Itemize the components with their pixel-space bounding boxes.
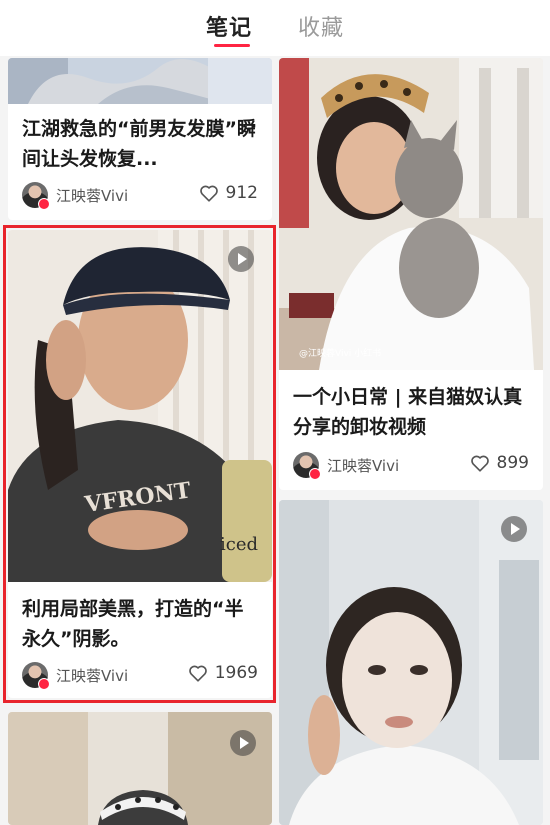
cover-photo-hair	[8, 58, 272, 104]
heart-icon	[470, 455, 489, 472]
like-button[interactable]: 1969	[187, 662, 258, 684]
play-icon	[230, 730, 256, 756]
watermark: @江映蓉Vivi 小红书	[299, 347, 381, 359]
active-tab-indicator	[214, 44, 250, 47]
note-title[interactable]: 江湖救急的“前男友发膜”瞬间让头发恢复...	[22, 114, 262, 174]
note-title[interactable]: 利用局部美黑，打造的“半永久”阴影。	[22, 594, 262, 654]
cover-photo-woman-with-cat: @江映蓉Vivi 小红书	[279, 58, 543, 370]
avatar	[22, 662, 50, 690]
like-count: 912	[225, 183, 258, 203]
cover-photo-woman-headband	[8, 712, 272, 825]
like-count: 1969	[214, 663, 258, 683]
note-card[interactable]	[279, 500, 543, 825]
note-card[interactable]: 江湖救急的“前男友发膜”瞬间让头发恢复... 江映蓉Vivi 912	[8, 58, 272, 220]
verified-badge-icon	[38, 198, 50, 210]
play-icon	[228, 246, 254, 272]
heart-icon	[188, 665, 207, 682]
heart-icon	[199, 185, 218, 202]
note-title[interactable]: 一个小日常 | 来自猫奴认真分享的卸妆视频	[293, 382, 533, 442]
note-author[interactable]: 江映蓉Vivi	[293, 452, 400, 480]
note-cover-image	[279, 500, 543, 825]
author-name: 江映蓉Vivi	[56, 666, 129, 685]
note-card[interactable]: VFRONT iced 利用局部美黑，打造的“半永久”阴影。 江映蓉Vivi 1…	[8, 230, 272, 698]
tab-favorites[interactable]: 收藏	[298, 10, 344, 42]
cover-photo-woman-face-mask	[279, 500, 543, 825]
tab-notes[interactable]: 笔记	[206, 10, 252, 42]
note-card[interactable]: @江映蓉Vivi 小红书 一个小日常 | 来自猫奴认真分享的卸妆视频 江映蓉Vi…	[279, 58, 543, 490]
tab-bar: 笔记 收藏	[0, 0, 550, 56]
like-button[interactable]: 912	[198, 182, 258, 204]
note-cover-image: VFRONT iced	[8, 230, 272, 582]
note-cover-image	[8, 58, 272, 104]
note-card[interactable]	[8, 712, 272, 825]
like-count: 899	[496, 453, 529, 473]
verified-badge-icon	[309, 468, 321, 480]
note-author[interactable]: 江映蓉Vivi	[22, 182, 129, 210]
like-button[interactable]: 899	[469, 452, 529, 474]
avatar	[22, 182, 50, 210]
play-icon	[501, 516, 527, 542]
author-name: 江映蓉Vivi	[56, 186, 129, 205]
note-cover-image	[8, 712, 272, 825]
avatar	[293, 452, 321, 480]
author-name: 江映蓉Vivi	[327, 456, 400, 475]
cover-photo-woman-in-cap: VFRONT iced	[8, 230, 272, 582]
note-author[interactable]: 江映蓉Vivi	[22, 662, 129, 690]
note-cover-image: @江映蓉Vivi 小红书	[279, 58, 543, 370]
cup-label-text: iced	[220, 534, 258, 555]
verified-badge-icon	[38, 678, 50, 690]
